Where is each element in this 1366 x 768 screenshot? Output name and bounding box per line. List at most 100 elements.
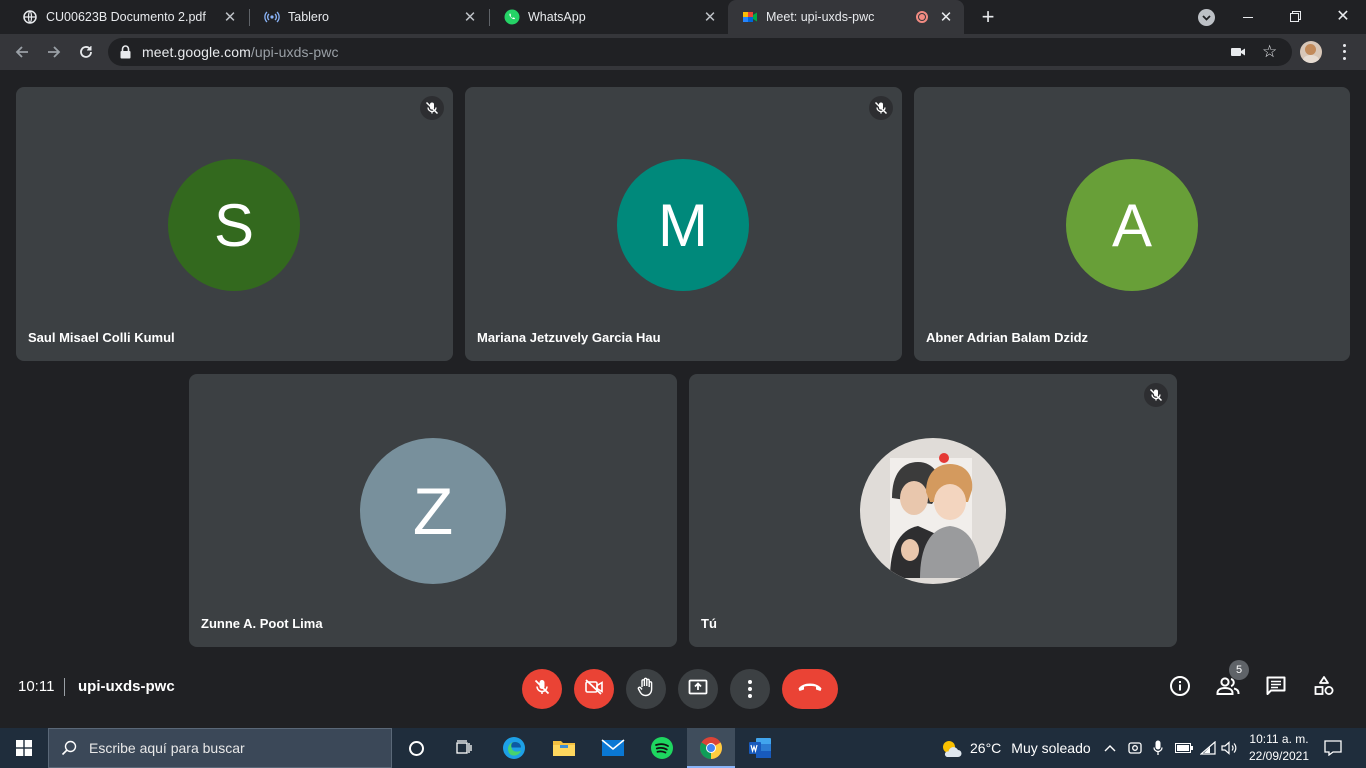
file-explorer-icon[interactable]: [540, 728, 588, 768]
tab-meet[interactable]: Meet: upi-uxds-pwc ✕: [728, 0, 964, 34]
weather-widget[interactable]: 26°C Muy soleado: [940, 728, 1091, 768]
tab-search-icon[interactable]: [1198, 9, 1215, 26]
camera-in-use-icon[interactable]: [1230, 45, 1246, 64]
participant-name: Abner Adrian Balam Dzidz: [926, 330, 1089, 345]
cortana-icon[interactable]: [392, 728, 440, 768]
participant-tile[interactable]: M Mariana Jetzuvely Garcia Hau: [465, 87, 902, 361]
avatar: A: [1066, 159, 1198, 291]
microphone-in-use-icon[interactable]: [1150, 728, 1166, 768]
tab-title: Tablero: [288, 10, 329, 24]
avatar: M: [617, 159, 749, 291]
show-hidden-icons-icon[interactable]: [1102, 728, 1118, 768]
windows-start-icon[interactable]: [0, 728, 48, 768]
activities-button[interactable]: [1310, 674, 1338, 702]
profile-avatar[interactable]: [1300, 41, 1322, 63]
globe-icon: [22, 9, 38, 25]
self-tile[interactable]: Tú: [689, 374, 1177, 647]
participant-name: Mariana Jetzuvely Garcia Hau: [477, 330, 661, 345]
system-clock[interactable]: 10:11 a. m. 22/09/2021: [1246, 731, 1312, 765]
close-icon[interactable]: ✕: [938, 9, 954, 26]
leave-call-button[interactable]: [782, 669, 838, 709]
camera-privacy-icon[interactable]: [1126, 728, 1144, 768]
whatsapp-icon: [504, 9, 520, 25]
edge-browser-icon[interactable]: [490, 728, 538, 768]
meeting-time: 10:11: [18, 678, 55, 695]
participant-tile[interactable]: A Abner Adrian Balam Dzidz: [914, 87, 1350, 361]
clock-date: 22/09/2021: [1248, 749, 1310, 763]
url-path: /upi-uxds-pwc: [250, 44, 339, 60]
reload-icon[interactable]: [72, 38, 100, 66]
close-window-icon[interactable]: ✕: [1332, 6, 1354, 26]
participant-name: Tú: [701, 616, 717, 631]
back-icon[interactable]: [8, 38, 36, 66]
hand-icon: [637, 677, 655, 702]
participant-name: Saul Misael Colli Kumul: [28, 330, 175, 345]
participant-count-badge: 5: [1229, 660, 1249, 680]
forward-icon[interactable]: [40, 38, 68, 66]
self-avatar-photo: [860, 438, 1006, 584]
mic-off-icon: [420, 96, 444, 120]
tab-title: Meet: upi-uxds-pwc: [766, 10, 875, 24]
restore-window-icon[interactable]: [1286, 8, 1306, 26]
participant-tile[interactable]: S Saul Misael Colli Kumul: [16, 87, 453, 361]
chat-icon: [1265, 675, 1287, 702]
present-screen-button[interactable]: [678, 669, 718, 709]
toggle-microphone-button[interactable]: [522, 669, 562, 709]
bookmark-star-icon[interactable]: ☆: [1262, 43, 1277, 60]
tab-pdf-document[interactable]: CU00623B Documento 2.pdf ✕: [8, 0, 248, 34]
chat-button[interactable]: [1262, 674, 1290, 702]
mic-off-icon: [1144, 383, 1168, 407]
tab-whatsapp[interactable]: WhatsApp ✕: [490, 0, 728, 34]
clock-time: 10:11 a. m.: [1249, 732, 1309, 746]
avatar: S: [168, 159, 300, 291]
close-icon[interactable]: ✕: [462, 9, 478, 26]
search-placeholder: Escribe aquí para buscar: [89, 740, 245, 756]
chrome-icon[interactable]: [687, 728, 735, 768]
shapes-icon: [1313, 675, 1335, 702]
browser-menu-icon[interactable]: [1338, 42, 1350, 62]
participant-tile[interactable]: Z Zunne A. Poot Lima: [189, 374, 677, 647]
sun-cloud-icon: [940, 738, 962, 758]
notifications-icon[interactable]: [1322, 728, 1344, 768]
mail-icon[interactable]: [589, 728, 637, 768]
present-icon: [688, 678, 708, 701]
avatar: Z: [360, 438, 506, 584]
windows-taskbar: Escribe aquí para buscar 26°C Muy solead…: [0, 728, 1366, 768]
battery-icon[interactable]: [1174, 728, 1194, 768]
new-tab-button[interactable]: +: [976, 4, 1000, 30]
participant-name: Zunne A. Poot Lima: [201, 616, 323, 631]
recording-indicator-icon: [916, 11, 928, 23]
url-text: meet.google.com/upi-uxds-pwc: [142, 44, 339, 60]
info-icon: [1169, 675, 1191, 702]
tab-tablero[interactable]: Tablero ✕: [250, 0, 488, 34]
google-meet-icon: [742, 9, 758, 25]
taskbar-search-input[interactable]: Escribe aquí para buscar: [48, 728, 392, 768]
toggle-camera-button[interactable]: [574, 669, 614, 709]
close-icon[interactable]: ✕: [222, 9, 238, 26]
search-icon: [61, 740, 77, 756]
meeting-code: upi-uxds-pwc: [78, 678, 175, 695]
more-vert-icon: [748, 680, 752, 698]
browser-toolbar: meet.google.com/upi-uxds-pwc ☆: [0, 34, 1366, 70]
weather-condition: Muy soleado: [1011, 740, 1091, 756]
camera-off-icon: [584, 678, 604, 701]
meeting-stage: S Saul Misael Colli Kumul M Mariana Jetz…: [0, 70, 1366, 728]
raise-hand-button[interactable]: [626, 669, 666, 709]
word-icon[interactable]: [736, 728, 784, 768]
volume-icon[interactable]: [1221, 728, 1239, 768]
meeting-controls-bar: 10:11 upi-uxds-pwc 5: [0, 658, 1366, 728]
divider: [64, 678, 65, 696]
address-bar[interactable]: meet.google.com/upi-uxds-pwc ☆: [108, 38, 1292, 66]
minimize-window-icon[interactable]: [1238, 8, 1258, 26]
url-host: meet.google.com: [142, 44, 251, 60]
lock-icon[interactable]: [120, 45, 132, 59]
more-options-button[interactable]: [730, 669, 770, 709]
tab-title: WhatsApp: [528, 10, 586, 24]
mic-off-icon: [869, 96, 893, 120]
meeting-details-button[interactable]: [1166, 674, 1194, 702]
wifi-icon[interactable]: [1199, 728, 1217, 768]
spotify-icon[interactable]: [638, 728, 686, 768]
task-view-icon[interactable]: [440, 728, 488, 768]
close-icon[interactable]: ✕: [702, 9, 718, 26]
weather-temperature: 26°C: [970, 740, 1002, 756]
